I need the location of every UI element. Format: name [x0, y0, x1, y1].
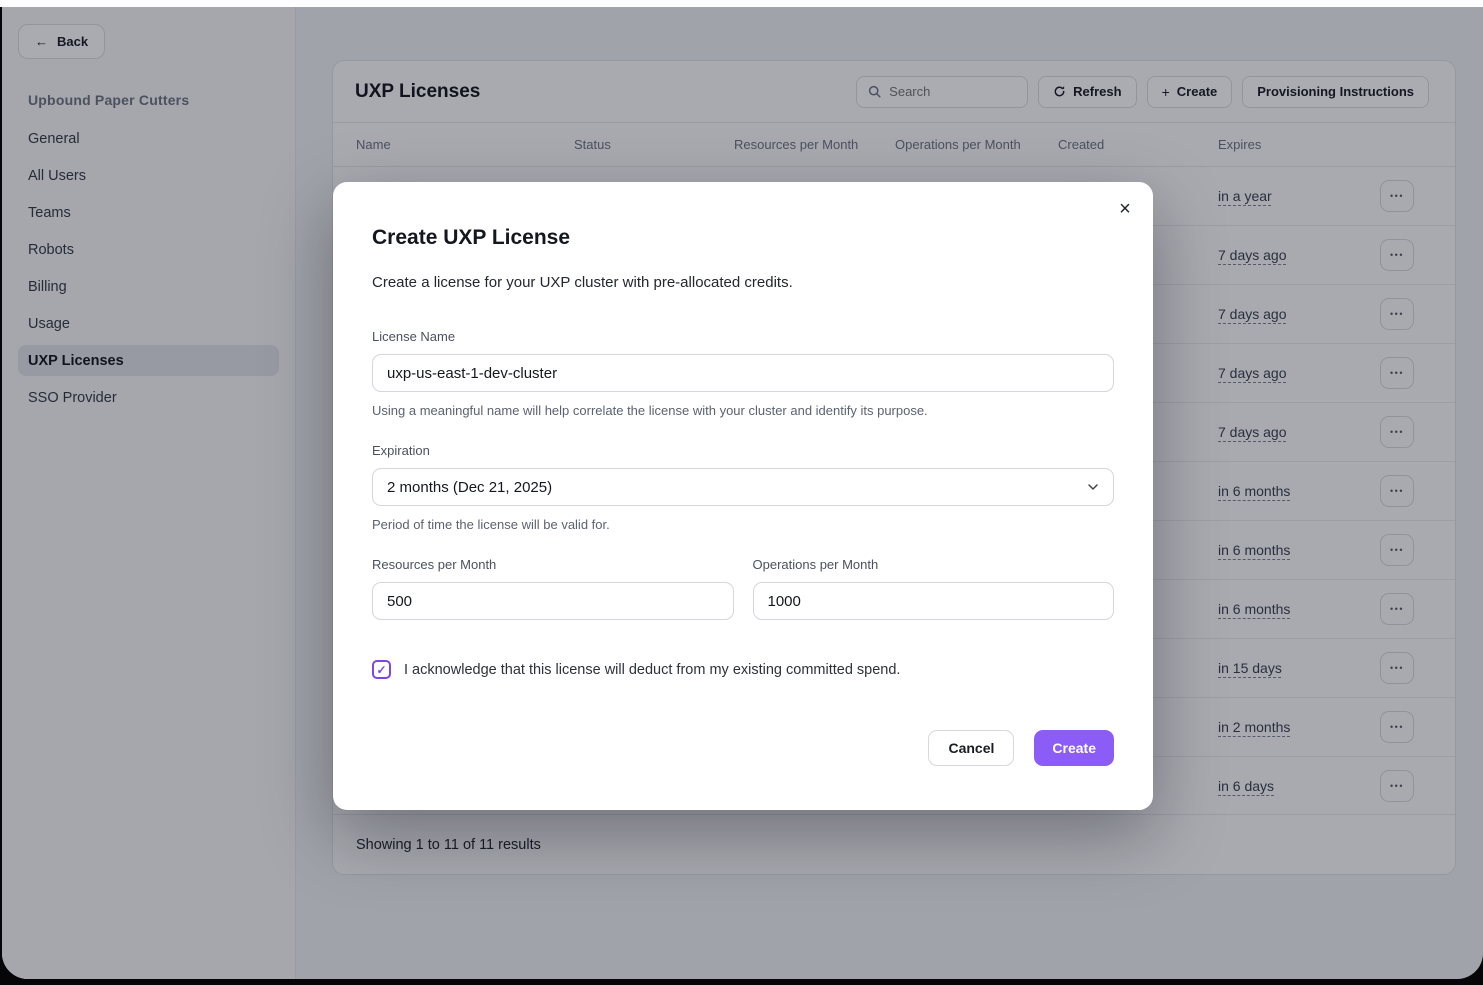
license-name-helper: Using a meaningful name will help correl…	[372, 403, 1114, 419]
close-icon[interactable]: ×	[1110, 194, 1140, 224]
license-name-label: License Name	[372, 329, 1114, 344]
resources-label: Resources per Month	[372, 557, 734, 572]
app-window: ← Back Upbound Paper Cutters GeneralAll …	[2, 7, 1483, 979]
modal-title: Create UXP License	[372, 226, 1114, 250]
window-top-strip	[0, 0, 1483, 7]
modal-create-button[interactable]: Create	[1034, 730, 1114, 766]
operations-field: Operations per Month	[753, 557, 1115, 620]
operations-label: Operations per Month	[753, 557, 1115, 572]
check-icon: ✓	[376, 663, 386, 677]
create-uxp-license-modal: × Create UXP License Create a license fo…	[333, 182, 1153, 810]
operations-input[interactable]	[753, 582, 1115, 620]
acknowledge-checkbox[interactable]: ✓	[372, 660, 391, 679]
modal-subtitle: Create a license for your UXP cluster wi…	[372, 274, 1114, 292]
expiration-selected-value: 2 months (Dec 21, 2025)	[387, 479, 552, 496]
expiration-helper: Period of time the license will be valid…	[372, 517, 1114, 533]
credits-row: Resources per Month Operations per Month	[372, 557, 1114, 620]
expiration-select[interactable]: 2 months (Dec 21, 2025)	[372, 468, 1114, 506]
resources-field: Resources per Month	[372, 557, 734, 620]
resources-input[interactable]	[372, 582, 734, 620]
acknowledge-label: I acknowledge that this license will ded…	[404, 662, 900, 678]
chevron-down-icon	[1085, 479, 1101, 495]
acknowledge-row: ✓ I acknowledge that this license will d…	[372, 660, 1114, 679]
expiration-label: Expiration	[372, 443, 1114, 458]
screen: ← Back Upbound Paper Cutters GeneralAll …	[0, 0, 1483, 985]
modal-actions: Cancel Create	[372, 730, 1114, 766]
cancel-button[interactable]: Cancel	[928, 730, 1014, 766]
expiration-select-wrap: 2 months (Dec 21, 2025)	[372, 468, 1114, 506]
license-name-input[interactable]	[372, 354, 1114, 392]
